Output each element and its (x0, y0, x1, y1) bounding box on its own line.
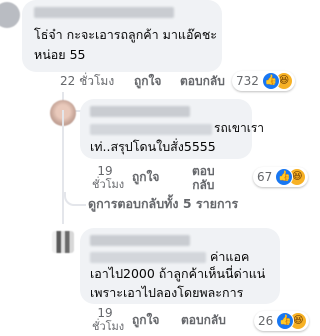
comment-text-line: เพราะเอาไปลองโดยพละการ (90, 285, 244, 300)
reply-button[interactable]: ตอบกลับ (181, 313, 226, 327)
comment-time[interactable]: 19 ชั่วโมง (92, 306, 125, 334)
like-icon: 👍 (261, 72, 280, 90)
comment-text-line: โธ่จ๋า กะจะเอารถลูกค้า มาแอ๊คชะ (34, 27, 218, 42)
like-label: ถูกใจ (134, 74, 162, 88)
reply-label: ตอบกลับ (180, 74, 225, 88)
redacted-text (90, 252, 206, 263)
time-value: 19 (97, 164, 113, 178)
author-name-redacted[interactable] (34, 7, 174, 18)
redacted-text (90, 124, 212, 135)
thread-line (62, 204, 64, 224)
reaction-count: 67 (257, 170, 273, 184)
reply-label: กลับ (192, 178, 215, 192)
like-button[interactable]: ถูกใจ (134, 74, 161, 88)
comment-bubble: ค่าแอค เอาไป2000 ถ้าลูกค้าเห็นนี่ด่าแน่ … (80, 228, 280, 304)
time-value: 19 (97, 306, 113, 320)
like-button[interactable]: ถูกใจ (132, 313, 159, 327)
reaction-summary[interactable]: 732 👍 😆 (232, 71, 295, 91)
time-unit: ชั่วโมง (92, 178, 125, 191)
reply-branch (64, 192, 86, 206)
comment-bubble: โธ่จ๋า กะจะเอารถลูกค้า มาแอ๊คชะ หน่อย 55 (22, 0, 222, 72)
view-replies-link[interactable]: ดูการตอบกลับทั้ง 5 รายการ (88, 197, 238, 211)
comment-text-line: เอาไป2000 ถ้าลูกค้าเห็นนี่ด่าแน่ (90, 266, 266, 281)
author-name-redacted[interactable] (90, 106, 190, 117)
like-label: ถูกใจ (132, 170, 160, 184)
comment-time[interactable]: 19 ชั่วโมง (92, 164, 125, 192)
like-label: ถูกใจ (132, 313, 160, 327)
thread-line (62, 110, 84, 204)
reply-button[interactable]: ตอบ กลับ (192, 164, 215, 192)
reaction-count: 26 (258, 314, 274, 328)
reaction-summary[interactable]: 67 👍 😆 (253, 167, 309, 187)
comment-time[interactable]: 22 ชั่วโมง (60, 74, 114, 88)
reply-label: ตอบกลับ (181, 313, 226, 327)
reply-button[interactable]: ตอบกลับ (180, 74, 225, 88)
comment-text-line: รถเขาเรา (214, 121, 265, 135)
comment-bubble: รถเขาเรา เท่..สรุปโดนใบสั่ง5555 (80, 99, 264, 159)
author-name-redacted[interactable] (90, 235, 190, 246)
reaction-count: 732 (236, 74, 259, 88)
avatar[interactable] (52, 231, 74, 253)
avatar[interactable] (0, 2, 20, 28)
like-button[interactable]: ถูกใจ (132, 170, 159, 184)
comment-text-line: เท่..สรุปโดนใบสั่ง5555 (90, 139, 216, 154)
reply-label: ตอบ (192, 164, 215, 178)
comment-text-line: หน่อย 55 (34, 47, 86, 62)
reaction-summary[interactable]: 26 👍 😆 (254, 311, 310, 331)
time-unit: ชั่วโมง (92, 320, 125, 333)
